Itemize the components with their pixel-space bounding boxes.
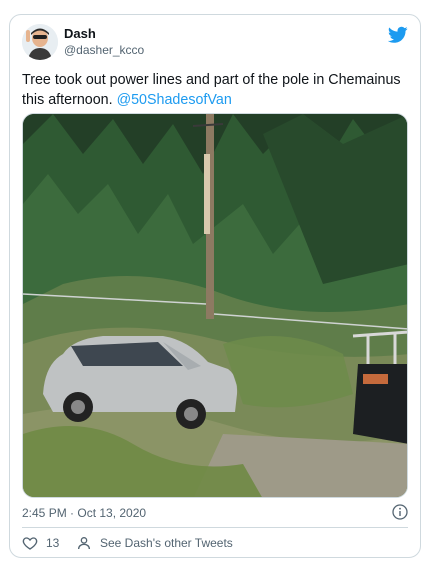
tweet-photo[interactable]: [22, 113, 408, 498]
tweet-timestamp[interactable]: 2:45 PM · Oct 13, 2020: [22, 506, 146, 520]
photo-image: [23, 114, 407, 497]
like-button[interactable]: 13: [22, 533, 59, 553]
tweet-text: Tree took out power lines and part of th…: [22, 70, 410, 110]
tweet-header: Dash @dasher_kcco: [22, 24, 408, 60]
display-name[interactable]: Dash: [64, 26, 144, 42]
mention-link[interactable]: @50ShadesofVan: [117, 92, 232, 108]
tweet-card: Dash @dasher_kcco Tree took out power li…: [9, 14, 421, 558]
divider: [22, 527, 408, 528]
twitter-bird-icon[interactable]: [388, 26, 408, 44]
timestamp-row: 2:45 PM · Oct 13, 2020: [22, 504, 408, 522]
info-icon[interactable]: [392, 504, 408, 520]
tweet-actions: 13 See Dash's other Tweets: [22, 533, 408, 553]
avatar[interactable]: [22, 24, 58, 60]
person-icon: [78, 537, 90, 550]
other-tweets-link[interactable]: See Dash's other Tweets: [76, 533, 233, 553]
user-handle[interactable]: @dasher_kcco: [64, 42, 144, 58]
avatar-image: [22, 24, 58, 60]
heart-icon: [22, 537, 38, 550]
like-count: 13: [46, 536, 60, 550]
user-info: Dash @dasher_kcco: [64, 26, 144, 58]
other-tweets-label: See Dash's other Tweets: [100, 536, 233, 550]
